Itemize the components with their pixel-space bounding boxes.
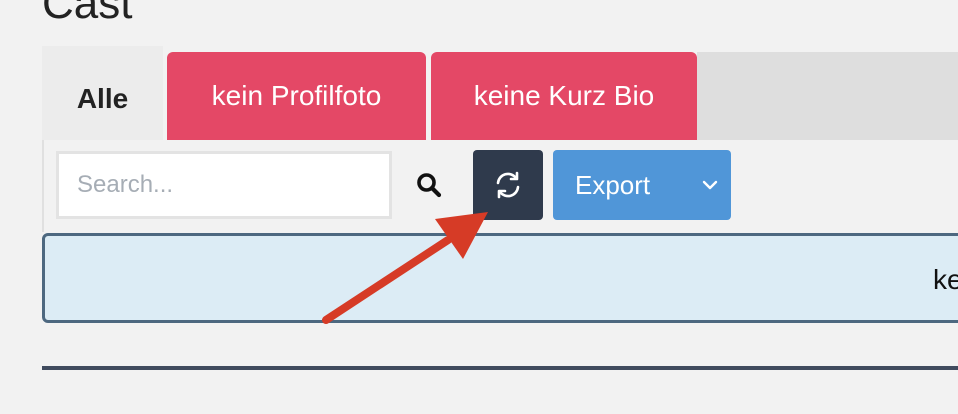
export-button[interactable]: Export — [553, 150, 731, 220]
info-text: ke — [933, 264, 958, 295]
tab-alle[interactable]: Alle — [42, 46, 163, 140]
tab-bar: Alle kein Profilfoto keine Kurz Bio — [42, 46, 958, 140]
tab-keine-kurz-bio[interactable]: keine Kurz Bio — [431, 52, 697, 140]
tab-kein-profilfoto[interactable]: kein Profilfoto — [167, 52, 426, 140]
tab-label: keine Kurz Bio — [473, 80, 655, 111]
toolbar: Export — [42, 140, 958, 232]
export-dropdown-toggle[interactable] — [689, 150, 731, 220]
refresh-icon — [496, 171, 520, 199]
page-title: Cast — [42, 0, 133, 28]
refresh-button[interactable] — [473, 150, 543, 220]
divider — [42, 366, 958, 370]
export-label: Export — [575, 169, 651, 200]
info-alert: ke — [42, 233, 958, 323]
search-button[interactable] — [404, 152, 454, 218]
chevron-down-icon — [702, 180, 718, 190]
search-icon — [417, 173, 442, 198]
page: Cast Alle kein Profilfoto keine Kurz Bio — [0, 0, 958, 414]
search-input[interactable] — [56, 151, 392, 219]
tab-bar-background — [697, 52, 958, 140]
tab-label: Alle — [76, 83, 129, 114]
tab-label: kein Profilfoto — [211, 80, 382, 111]
